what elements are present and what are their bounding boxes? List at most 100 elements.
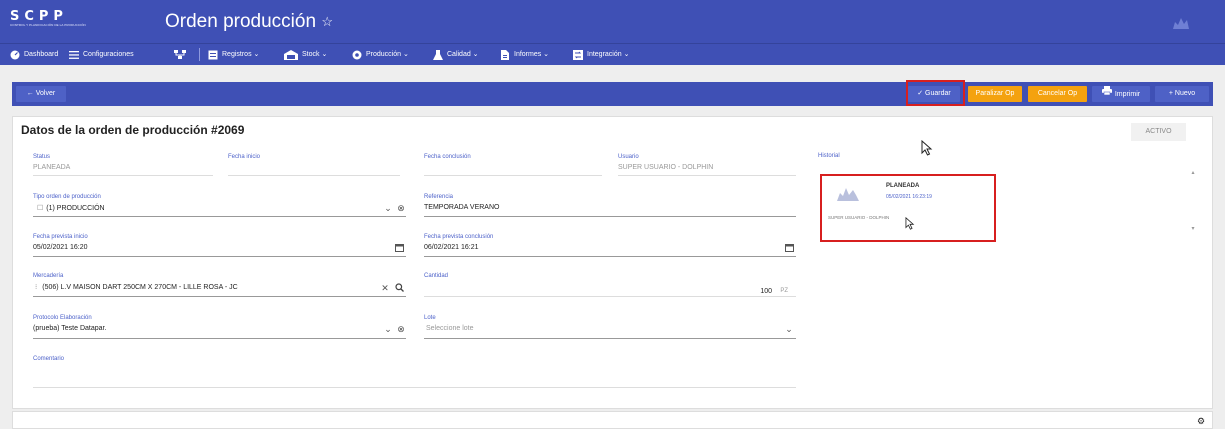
print-button[interactable]: Imprimir <box>1092 86 1150 102</box>
save-button-highlight <box>906 80 965 106</box>
scroll-up-icon[interactable]: ▴ <box>1189 169 1197 177</box>
protocolo-value: (prueba) Teste Datapar. <box>33 325 107 332</box>
nav-dashboard[interactable]: Dashboard <box>10 48 58 61</box>
status-field: Status PLANEADA <box>33 154 213 176</box>
fecha-prevista-inicio-label: Fecha prevista inicio <box>33 234 88 240</box>
hierarchy-icon <box>174 49 186 60</box>
nav-divider <box>199 48 200 61</box>
field-underline <box>33 387 796 388</box>
usuario-label: Usuario <box>618 154 639 160</box>
clear-circle-icon[interactable]: ⊗ <box>396 203 406 213</box>
protocolo-select[interactable]: Protocolo Elaboración (prueba) Teste Dat… <box>33 315 406 339</box>
clear-x-icon[interactable]: ✕ <box>380 283 390 293</box>
comentario-textarea[interactable]: Comentario <box>33 356 796 388</box>
protocolo-label: Protocolo Elaboración <box>33 315 92 321</box>
chevron-down-icon[interactable]: ⌄ <box>784 324 794 334</box>
historial-scrollbar[interactable]: ▴ ▾ <box>1187 165 1199 235</box>
scroll-down-icon[interactable]: ▾ <box>1189 225 1197 233</box>
nav-stock[interactable]: Stock ⌄ <box>284 48 327 61</box>
page-title-text: Orden producción <box>165 11 317 32</box>
form-title: Datos de la orden de producción #2069 <box>21 123 245 137</box>
dashboard-icon <box>10 50 20 60</box>
field-underline <box>33 175 213 176</box>
referencia-value: TEMPORADA VERANO <box>424 204 500 211</box>
tipo-orden-select[interactable]: Tipo orden de producción ☐ (1) PRODUCCIÓN… <box>33 194 406 217</box>
lote-select[interactable]: Lote Seleccione lote ⌄ <box>424 315 796 339</box>
page-title: Orden producción ☆ <box>165 11 333 33</box>
chevron-down-icon[interactable]: ⌄ <box>383 203 393 213</box>
fecha-conclusion-field: Fecha conclusión <box>424 154 602 176</box>
nav-integracion[interactable]: Integración ⌄ <box>573 48 629 61</box>
fecha-prevista-conclusion-input[interactable]: Fecha prevista conclusión 06/02/2021 16:… <box>424 234 796 257</box>
favorite-star-icon[interactable]: ☆ <box>321 14 333 29</box>
nav-calidad-label: Calidad ⌄ <box>447 51 479 58</box>
usuario-value: SUPER USUARIO - DOLPHIN <box>618 164 714 171</box>
back-button[interactable]: ← Volver <box>16 86 66 102</box>
fecha-prevista-conclusion-label: Fecha prevista conclusión <box>424 234 494 240</box>
new-button[interactable]: + Nuevo <box>1155 86 1209 102</box>
bottom-panel: ⚙ <box>12 411 1213 429</box>
historial-label: Historial <box>818 153 840 159</box>
production-icon <box>352 50 362 60</box>
nav-stock-label: Stock ⌄ <box>302 51 328 58</box>
nav-produccion-label: Producción ⌄ <box>366 51 409 58</box>
mouse-pointer-icon <box>905 216 915 230</box>
stock-icon <box>284 49 298 60</box>
reports-icon <box>500 49 510 60</box>
nav-hierarchy[interactable] <box>174 48 188 61</box>
fecha-prevista-inicio-value: 05/02/2021 16:20 <box>33 244 88 251</box>
field-underline <box>33 216 406 217</box>
lote-placeholder: Seleccione lote <box>426 325 474 332</box>
nav-dashboard-label: Dashboard <box>24 51 59 58</box>
calendar-icon[interactable] <box>394 243 404 253</box>
field-underline <box>424 256 796 257</box>
cantidad-value: 100 <box>760 288 772 295</box>
historial-highlight <box>820 174 996 242</box>
pause-op-button[interactable]: Paralizar Op <box>968 86 1022 102</box>
fecha-conclusion-label: Fecha conclusión <box>424 154 471 160</box>
mercaderia-label: Mercadería <box>33 273 64 279</box>
chevron-down-icon[interactable]: ⌄ <box>383 324 393 334</box>
search-icon[interactable] <box>394 283 404 293</box>
field-underline <box>618 175 796 176</box>
fecha-prevista-conclusion-value: 06/02/2021 16:21 <box>424 244 479 251</box>
nav-informes[interactable]: Informes ⌄ <box>500 48 549 61</box>
mercaderia-value: ⁝ (506) L.V MAISON DART 250CM X 270CM - L… <box>35 283 238 291</box>
nav-registros[interactable]: Registros ⌄ <box>208 48 259 61</box>
status-value: PLANEADA <box>33 164 71 171</box>
field-underline <box>424 296 796 297</box>
logo-text: SCPP <box>10 9 68 24</box>
settings-icon <box>69 50 79 60</box>
cantidad-input[interactable]: Cantidad 100 PZ <box>424 273 796 297</box>
cancel-op-button[interactable]: Cancelar Op <box>1028 86 1087 102</box>
field-underline <box>424 216 796 217</box>
tipo-orden-text: (1) PRODUCCIÓN <box>46 205 105 212</box>
main-navbar: Dashboard Configuraciones Registros ⌄ St… <box>0 44 1225 65</box>
calendar-icon[interactable] <box>784 243 794 253</box>
info-icon[interactable]: ⁝ <box>35 284 37 291</box>
nav-calidad[interactable]: Calidad ⌄ <box>433 48 479 61</box>
external-link-icon[interactable]: ☐ <box>37 205 43 212</box>
fecha-prevista-inicio-input[interactable]: Fecha prevista inicio 05/02/2021 16:20 <box>33 234 406 257</box>
nav-registros-label: Registros ⌄ <box>222 51 260 58</box>
gear-icon[interactable]: ⚙ <box>1196 416 1206 426</box>
mouse-pointer-icon <box>921 139 933 156</box>
action-toolbar: ← Volver ✓ Guardar Paralizar Op Cancelar… <box>12 82 1213 106</box>
field-underline <box>33 338 406 339</box>
field-underline <box>228 175 400 176</box>
comentario-label: Comentario <box>33 356 65 362</box>
logo-subtext: CONTROL Y PLANIFICACIÓN DE LA PRODUCCIÓN <box>10 23 86 27</box>
field-underline <box>424 175 602 176</box>
clear-circle-icon[interactable]: ⊗ <box>396 324 406 334</box>
mercaderia-text: (506) L.V MAISON DART 250CM X 270CM - LI… <box>42 284 238 291</box>
referencia-input[interactable]: Referencia TEMPORADA VERANO <box>424 194 796 217</box>
user-avatar-icon[interactable] <box>1171 14 1191 30</box>
nav-configuraciones[interactable]: Configuraciones <box>69 48 134 61</box>
app-header: SCPP CONTROL Y PLANIFICACIÓN DE LA PRODU… <box>0 0 1225 44</box>
app-logo[interactable]: SCPP CONTROL Y PLANIFICACIÓN DE LA PRODU… <box>10 10 120 36</box>
fecha-inicio-label: Fecha inicio <box>228 154 261 160</box>
registros-icon <box>208 50 218 60</box>
mercaderia-input[interactable]: Mercadería ⁝ (506) L.V MAISON DART 250CM … <box>33 273 406 297</box>
status-badge: ACTIVO <box>1131 123 1186 141</box>
nav-produccion[interactable]: Producción ⌄ <box>352 48 409 61</box>
